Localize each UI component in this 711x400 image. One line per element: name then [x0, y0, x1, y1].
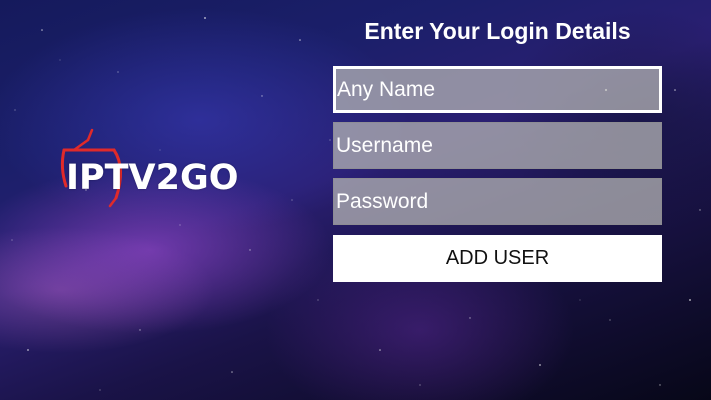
add-user-button[interactable]: ADD USER: [333, 235, 662, 282]
username-input[interactable]: [333, 122, 662, 169]
password-input[interactable]: [333, 178, 662, 225]
logo-text: IPTV2GO: [66, 158, 239, 198]
any-name-input[interactable]: [333, 66, 662, 113]
login-title: Enter Your Login Details: [364, 18, 631, 44]
iptv2go-logo: IPTV2GO: [52, 128, 252, 208]
